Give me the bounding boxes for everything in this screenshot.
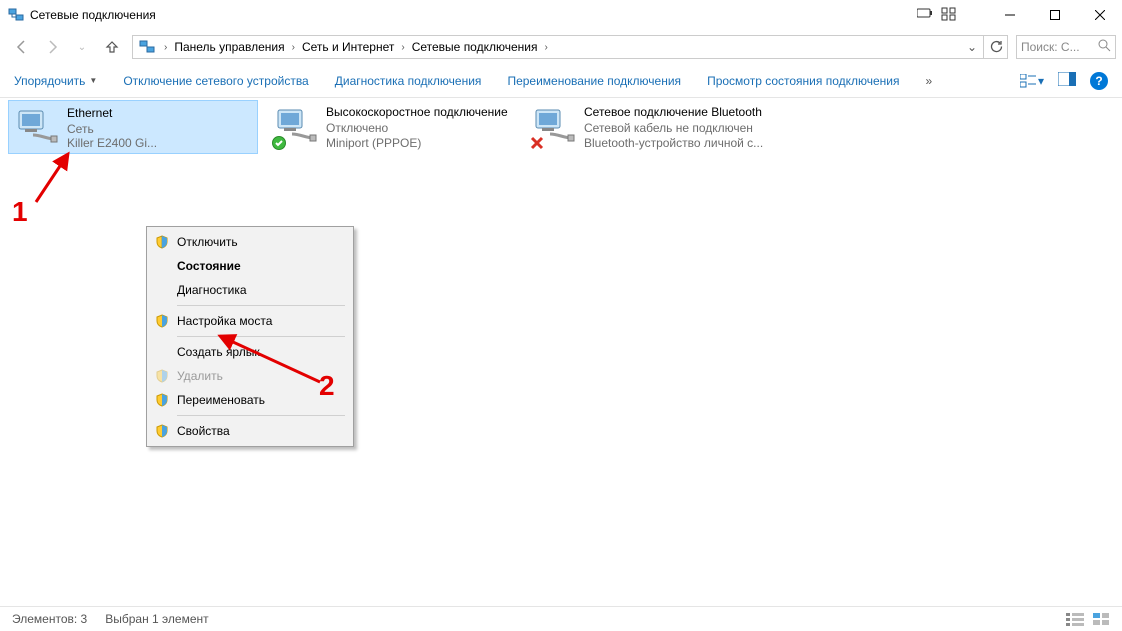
connection-name: Сетевое подключение Bluetooth: [584, 104, 763, 120]
shield-icon: [155, 235, 169, 249]
ctx-delete: Удалить: [149, 364, 351, 388]
connection-item-ethernet[interactable]: Ethernet Сеть Killer E2400 Gi...: [8, 100, 258, 154]
connection-line2: Сетевой кабель не подключен: [584, 120, 763, 135]
maximize-button[interactable]: [1032, 0, 1077, 30]
forward-button[interactable]: [42, 37, 62, 57]
annotation-label-1: 1: [12, 196, 28, 228]
breadcrumb-sep: ›: [159, 42, 172, 53]
connection-item-broadband[interactable]: Высокоскоростное подключение Отключено M…: [268, 100, 518, 154]
ctx-status[interactable]: Состояние: [149, 254, 351, 278]
annotation-arrow-1: [28, 146, 78, 206]
ctx-bridge[interactable]: Настройка моста: [149, 309, 351, 333]
connection-line2: Сеть: [67, 121, 157, 135]
preview-pane-button[interactable]: [1058, 72, 1076, 89]
toolbar-rename[interactable]: Переименование подключения: [507, 74, 681, 88]
connection-item-bluetooth[interactable]: Сетевое подключение Bluetooth Сетевой ка…: [526, 100, 776, 154]
status-badge-error: [530, 136, 544, 150]
toolbar-disable[interactable]: Отключение сетевого устройства: [123, 74, 308, 88]
breadcrumb-item-1[interactable]: Сеть и Интернет: [300, 40, 396, 54]
shield-icon: [155, 424, 169, 438]
search-icon: [1098, 39, 1111, 55]
breadcrumb[interactable]: › Панель управления › Сеть и Интернет › …: [132, 35, 1008, 59]
tray-icon-2: [941, 7, 957, 24]
breadcrumb-item-2[interactable]: Сетевые подключения: [410, 40, 540, 54]
connection-name: Ethernet: [67, 105, 157, 121]
connection-line3: Miniport (PPPOE): [326, 135, 508, 150]
ctx-properties[interactable]: Свойства: [149, 419, 351, 443]
app-icon: [8, 7, 24, 23]
ctx-shortcut[interactable]: Создать ярлык: [149, 340, 351, 364]
connection-icon: [530, 104, 578, 152]
connection-line2: Отключено: [326, 120, 508, 135]
status-selected: Выбран 1 элемент: [105, 612, 208, 626]
connection-icon: [272, 104, 320, 152]
window-title: Сетевые подключения: [30, 8, 156, 22]
refresh-button[interactable]: [983, 36, 1007, 58]
search-placeholder: Поиск: С...: [1021, 40, 1098, 54]
back-button[interactable]: [12, 37, 32, 57]
navbar: ⌄ › Панель управления › Сеть и Интернет …: [0, 30, 1122, 64]
status-badge-ok: [272, 136, 286, 150]
statusbar: Элементов: 3 Выбран 1 элемент: [0, 606, 1122, 631]
connection-line3: Killer E2400 Gi...: [67, 135, 157, 149]
shield-icon: [155, 369, 169, 383]
connection-icon: [13, 105, 61, 153]
toolbar-organize[interactable]: Упорядочить▼: [14, 74, 97, 88]
tray-icon-1: [917, 7, 933, 24]
content-area: Ethernet Сеть Killer E2400 Gi... Высокос…: [0, 98, 1122, 596]
help-button[interactable]: ?: [1090, 72, 1108, 90]
toolbar-status[interactable]: Просмотр состояния подключения: [707, 74, 899, 88]
ctx-diagnose[interactable]: Диагностика: [149, 278, 351, 302]
titlebar: Сетевые подключения: [0, 0, 1122, 30]
breadcrumb-dropdown[interactable]: ⌄: [961, 40, 983, 54]
ctx-rename[interactable]: Переименовать: [149, 388, 351, 412]
status-item-count: Элементов: 3: [12, 612, 87, 626]
minimize-button[interactable]: [987, 0, 1032, 30]
close-button[interactable]: [1077, 0, 1122, 30]
view-details-button[interactable]: [1066, 612, 1084, 626]
ctx-disable[interactable]: Отключить: [149, 230, 351, 254]
search-input[interactable]: Поиск: С...: [1016, 35, 1116, 59]
view-mode-button[interactable]: ▾: [1020, 74, 1044, 88]
ctx-separator: [177, 305, 345, 306]
ctx-separator: [177, 415, 345, 416]
shield-icon: [155, 314, 169, 328]
up-button[interactable]: [102, 37, 122, 57]
view-large-button[interactable]: [1092, 612, 1110, 626]
connection-name: Высокоскоростное подключение: [326, 104, 508, 120]
toolbar-more[interactable]: »: [926, 74, 933, 88]
ctx-separator: [177, 336, 345, 337]
breadcrumb-icon: [139, 39, 155, 55]
toolbar-diagnose[interactable]: Диагностика подключения: [335, 74, 482, 88]
titlebar-tray: [917, 7, 957, 24]
context-menu: Отключить Состояние Диагностика Настройк…: [146, 226, 354, 447]
breadcrumb-item-0[interactable]: Панель управления: [172, 40, 286, 54]
shield-icon: [155, 393, 169, 407]
toolbar: Упорядочить▼ Отключение сетевого устройс…: [0, 64, 1122, 98]
recent-dropdown[interactable]: ⌄: [72, 37, 92, 57]
connection-line3: Bluetooth-устройство личной с...: [584, 135, 763, 150]
